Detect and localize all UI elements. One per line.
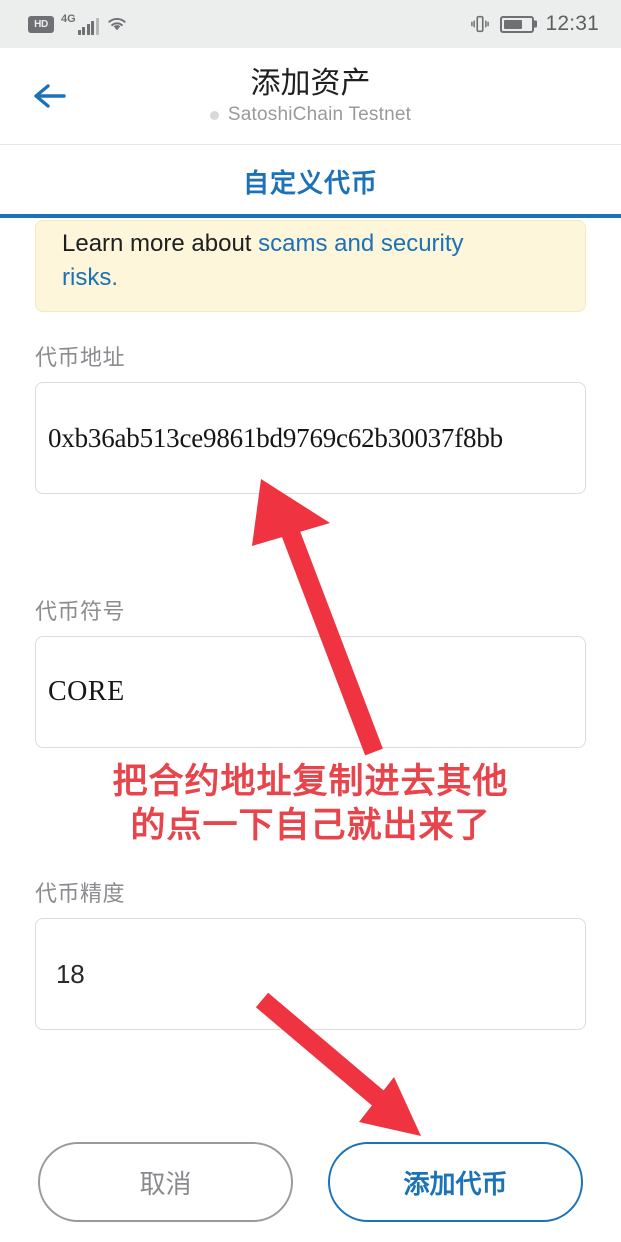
scams-security-link-continued[interactable]: risks.: [62, 264, 118, 291]
status-bar-right-icons: 12:31: [469, 12, 599, 36]
vibrate-icon: [469, 13, 491, 35]
wifi-icon: [106, 15, 128, 33]
signal-bars-icon: 4G: [61, 12, 99, 35]
token-address-field: 代币地址 0xb36ab513ce9861bd9769c62b30037f8bb: [35, 340, 586, 494]
scam-warning-banner: about scams and Learn more about scams a…: [35, 220, 586, 312]
scams-security-link[interactable]: scams and security: [258, 230, 463, 257]
signal-strength-bars: [77, 17, 99, 35]
warning-clipped-line: about scams and: [62, 221, 559, 227]
page-title: 添加资产: [250, 66, 371, 100]
phone-screen: HD 4G 12:31 添加资产 SatoshiChain Testnet 自定…: [0, 0, 621, 1242]
token-decimals-input[interactable]: 18: [35, 918, 586, 1030]
back-button[interactable]: [24, 69, 82, 123]
token-address-value: 0xb36ab513ce9861bd9769c62b30037f8bb: [48, 422, 503, 453]
token-symbol-label: 代币符号: [35, 599, 126, 624]
app-header-titles: 添加资产 SatoshiChain Testnet: [0, 66, 621, 126]
network-status-dot-icon: [209, 110, 219, 120]
tab-custom-token[interactable]: 自定义代币: [243, 163, 378, 200]
network-subtitle: SatoshiChain Testnet: [90, 104, 531, 126]
battery-icon: [500, 15, 535, 33]
clock-label: 12:31: [545, 12, 599, 35]
form-scroll-area[interactable]: about scams and Learn more about scams a…: [0, 218, 621, 1242]
warning-message: Learn more about scams and security: [62, 227, 559, 261]
network-type-label: 4G: [61, 12, 76, 25]
warning-message-line2: risks.: [62, 261, 559, 295]
token-symbol-value: CORE: [48, 676, 125, 707]
back-arrow-icon: [32, 81, 74, 111]
warning-lead-text: Learn more about: [62, 230, 259, 257]
token-symbol-input[interactable]: CORE: [35, 636, 586, 748]
token-address-input[interactable]: 0xb36ab513ce9861bd9769c62b30037f8bb: [35, 382, 586, 494]
add-token-button[interactable]: 添加代币: [328, 1142, 583, 1222]
network-name-label: SatoshiChain Testnet: [227, 104, 412, 126]
cancel-button[interactable]: 取消: [38, 1142, 293, 1222]
field-gap-1: [35, 494, 586, 566]
tab-bar: 自定义代币: [0, 145, 621, 218]
token-symbol-field: 代币符号 CORE: [35, 594, 586, 748]
token-address-label: 代币地址: [35, 345, 126, 370]
hd-icon: HD: [28, 15, 54, 33]
status-bar-left-icons: HD 4G: [28, 12, 128, 35]
token-decimals-field: 代币精度 18: [35, 876, 586, 1030]
token-decimals-label: 代币精度: [35, 881, 126, 906]
action-button-bar: 取消 添加代币: [0, 1122, 621, 1242]
token-decimals-value: 18: [56, 958, 85, 989]
annotation-text: 把合约地址复制进去其他 的点一下自己就出来了: [35, 760, 586, 848]
annotation-line-2: 的点一下自己就出来了: [130, 806, 491, 845]
status-bar: HD 4G 12:31: [0, 0, 621, 48]
app-header: 添加资产 SatoshiChain Testnet: [0, 48, 621, 145]
annotation-line-1: 把合约地址复制进去其他: [112, 762, 509, 801]
